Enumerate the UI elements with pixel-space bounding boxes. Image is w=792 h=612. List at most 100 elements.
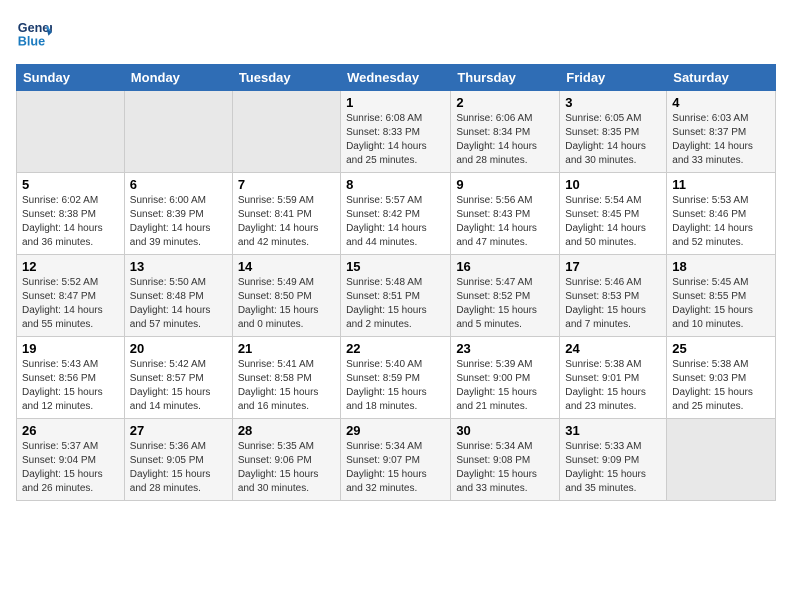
- calendar-cell: 12 Sunrise: 5:52 AMSunset: 8:47 PMDayligh…: [17, 255, 125, 337]
- day-info: Sunrise: 6:02 AMSunset: 8:38 PMDaylight:…: [22, 194, 119, 250]
- day-number: 9: [456, 177, 554, 192]
- day-info: Sunrise: 5:53 AMSunset: 8:46 PMDaylight:…: [672, 194, 770, 250]
- calendar-cell: 28Sunrise: 5:35 AMSunset: 9:06 PMDayligh…: [232, 419, 340, 501]
- day-number: 29: [346, 423, 445, 438]
- day-info: Sunrise: 5:45 AMSunset: 8:55 PMDaylight:…: [672, 276, 770, 332]
- calendar-table: SundayMondayTuesdayWednesdayThursdayFrid…: [16, 64, 776, 501]
- weekday-header: Saturday: [667, 65, 776, 91]
- day-info: Sunrise: 6:06 AMSunset: 8:34 PMDaylight:…: [456, 112, 554, 168]
- calendar-cell: 24 Sunrise: 5:38 AMSunset: 9:01 PMDayligh…: [560, 337, 667, 419]
- day-number: 6: [130, 177, 227, 192]
- day-info: Sunrise: 5:41 AMSunset: 8:58 PMDaylight:…: [238, 358, 335, 414]
- day-number: 13: [130, 259, 227, 274]
- calendar-cell: 9 Sunrise: 5:56 AMSunset: 8:43 PMDaylight…: [451, 173, 560, 255]
- day-number: 21: [238, 341, 335, 356]
- calendar-cell: 16 Sunrise: 5:47 AMSunset: 8:52 PMDayligh…: [451, 255, 560, 337]
- calendar-cell: 8 Sunrise: 5:57 AMSunset: 8:42 PMDaylight…: [341, 173, 451, 255]
- day-info: Sunrise: 5:39 AMSunset: 9:00 PMDaylight:…: [456, 358, 554, 414]
- calendar-cell: 17 Sunrise: 5:46 AMSunset: 8:53 PMDayligh…: [560, 255, 667, 337]
- calendar-cell: 1 Sunrise: 6:08 AMSunset: 8:33 PMDaylight…: [341, 91, 451, 173]
- day-info: Sunrise: 5:34 AMSunset: 9:08 PMDaylight:…: [456, 440, 554, 496]
- header-row: SundayMondayTuesdayWednesdayThursdayFrid…: [17, 65, 776, 91]
- day-number: 2: [456, 95, 554, 110]
- day-info: Sunrise: 5:49 AMSunset: 8:50 PMDaylight:…: [238, 276, 335, 332]
- calendar-cell: [667, 419, 776, 501]
- day-info: Sunrise: 5:54 AMSunset: 8:45 PMDaylight:…: [565, 194, 661, 250]
- day-info: Sunrise: 5:59 AMSunset: 8:41 PMDaylight:…: [238, 194, 335, 250]
- day-number: 28: [238, 423, 335, 438]
- day-info: Sunrise: 5:37 AMSunset: 9:04 PMDaylight:…: [22, 440, 119, 496]
- day-info: Sunrise: 6:08 AMSunset: 8:33 PMDaylight:…: [346, 112, 445, 168]
- calendar-header: SundayMondayTuesdayWednesdayThursdayFrid…: [17, 65, 776, 91]
- calendar-cell: 6 Sunrise: 6:00 AMSunset: 8:39 PMDaylight…: [124, 173, 232, 255]
- page-header: General Blue: [16, 16, 776, 52]
- calendar-cell: 5Sunrise: 6:02 AMSunset: 8:38 PMDaylight…: [17, 173, 125, 255]
- day-number: 26: [22, 423, 119, 438]
- day-info: Sunrise: 5:57 AMSunset: 8:42 PMDaylight:…: [346, 194, 445, 250]
- calendar-week-row: 19 Sunrise: 5:43 AMSunset: 8:56 PMDayligh…: [17, 337, 776, 419]
- day-number: 14: [238, 259, 335, 274]
- day-number: 27: [130, 423, 227, 438]
- calendar-cell: 21 Sunrise: 5:41 AMSunset: 8:58 PMDayligh…: [232, 337, 340, 419]
- day-info: Sunrise: 6:03 AMSunset: 8:37 PMDaylight:…: [672, 112, 770, 168]
- day-number: 4: [672, 95, 770, 110]
- day-info: Sunrise: 5:43 AMSunset: 8:56 PMDaylight:…: [22, 358, 119, 414]
- weekday-header: Wednesday: [341, 65, 451, 91]
- day-info: Sunrise: 5:34 AMSunset: 9:07 PMDaylight:…: [346, 440, 445, 496]
- calendar-cell: 10Sunrise: 5:54 AMSunset: 8:45 PMDayligh…: [560, 173, 667, 255]
- calendar-cell: 20 Sunrise: 5:42 AMSunset: 8:57 PMDayligh…: [124, 337, 232, 419]
- calendar-cell: 14 Sunrise: 5:49 AMSunset: 8:50 PMDayligh…: [232, 255, 340, 337]
- calendar-week-row: 12 Sunrise: 5:52 AMSunset: 8:47 PMDayligh…: [17, 255, 776, 337]
- day-number: 8: [346, 177, 445, 192]
- day-number: 15: [346, 259, 445, 274]
- day-number: 17: [565, 259, 661, 274]
- calendar-cell: 15Sunrise: 5:48 AMSunset: 8:51 PMDayligh…: [341, 255, 451, 337]
- calendar-cell: 4 Sunrise: 6:03 AMSunset: 8:37 PMDaylight…: [667, 91, 776, 173]
- weekday-header: Tuesday: [232, 65, 340, 91]
- calendar-body: 1 Sunrise: 6:08 AMSunset: 8:33 PMDaylight…: [17, 91, 776, 501]
- calendar-cell: [17, 91, 125, 173]
- calendar-cell: [232, 91, 340, 173]
- calendar-cell: [124, 91, 232, 173]
- calendar-cell: 29 Sunrise: 5:34 AMSunset: 9:07 PMDayligh…: [341, 419, 451, 501]
- calendar-cell: 11 Sunrise: 5:53 AMSunset: 8:46 PMDayligh…: [667, 173, 776, 255]
- day-number: 22: [346, 341, 445, 356]
- day-number: 1: [346, 95, 445, 110]
- day-number: 16: [456, 259, 554, 274]
- calendar-cell: 23Sunrise: 5:39 AMSunset: 9:00 PMDayligh…: [451, 337, 560, 419]
- calendar-cell: 7Sunrise: 5:59 AMSunset: 8:41 PMDaylight…: [232, 173, 340, 255]
- day-info: Sunrise: 6:00 AMSunset: 8:39 PMDaylight:…: [130, 194, 227, 250]
- day-info: Sunrise: 5:56 AMSunset: 8:43 PMDaylight:…: [456, 194, 554, 250]
- day-info: Sunrise: 5:38 AMSunset: 9:03 PMDaylight:…: [672, 358, 770, 414]
- calendar-cell: 13 Sunrise: 5:50 AMSunset: 8:48 PMDayligh…: [124, 255, 232, 337]
- day-number: 12: [22, 259, 119, 274]
- day-info: Sunrise: 5:38 AMSunset: 9:01 PMDaylight:…: [565, 358, 661, 414]
- svg-text:Blue: Blue: [18, 35, 45, 49]
- day-info: Sunrise: 5:50 AMSunset: 8:48 PMDaylight:…: [130, 276, 227, 332]
- day-number: 24: [565, 341, 661, 356]
- calendar-cell: 27 Sunrise: 5:36 AMSunset: 9:05 PMDayligh…: [124, 419, 232, 501]
- weekday-header: Thursday: [451, 65, 560, 91]
- calendar-week-row: 26 Sunrise: 5:37 AMSunset: 9:04 PMDayligh…: [17, 419, 776, 501]
- calendar-cell: 31Sunrise: 5:33 AMSunset: 9:09 PMDayligh…: [560, 419, 667, 501]
- day-info: Sunrise: 5:40 AMSunset: 8:59 PMDaylight:…: [346, 358, 445, 414]
- day-number: 19: [22, 341, 119, 356]
- calendar-cell: 25Sunrise: 5:38 AMSunset: 9:03 PMDayligh…: [667, 337, 776, 419]
- day-number: 20: [130, 341, 227, 356]
- day-info: Sunrise: 5:36 AMSunset: 9:05 PMDaylight:…: [130, 440, 227, 496]
- day-info: Sunrise: 5:42 AMSunset: 8:57 PMDaylight:…: [130, 358, 227, 414]
- day-info: Sunrise: 5:46 AMSunset: 8:53 PMDaylight:…: [565, 276, 661, 332]
- day-info: Sunrise: 5:47 AMSunset: 8:52 PMDaylight:…: [456, 276, 554, 332]
- day-info: Sunrise: 5:33 AMSunset: 9:09 PMDaylight:…: [565, 440, 661, 496]
- day-number: 11: [672, 177, 770, 192]
- calendar-cell: 3Sunrise: 6:05 AMSunset: 8:35 PMDaylight…: [560, 91, 667, 173]
- day-info: Sunrise: 6:05 AMSunset: 8:35 PMDaylight:…: [565, 112, 661, 168]
- calendar-week-row: 5Sunrise: 6:02 AMSunset: 8:38 PMDaylight…: [17, 173, 776, 255]
- calendar-cell: 18Sunrise: 5:45 AMSunset: 8:55 PMDayligh…: [667, 255, 776, 337]
- calendar-cell: 30Sunrise: 5:34 AMSunset: 9:08 PMDayligh…: [451, 419, 560, 501]
- logo-icon: General Blue: [16, 16, 52, 52]
- calendar-cell: 22 Sunrise: 5:40 AMSunset: 8:59 PMDayligh…: [341, 337, 451, 419]
- calendar-week-row: 1 Sunrise: 6:08 AMSunset: 8:33 PMDaylight…: [17, 91, 776, 173]
- weekday-header: Friday: [560, 65, 667, 91]
- day-info: Sunrise: 5:52 AMSunset: 8:47 PMDaylight:…: [22, 276, 119, 332]
